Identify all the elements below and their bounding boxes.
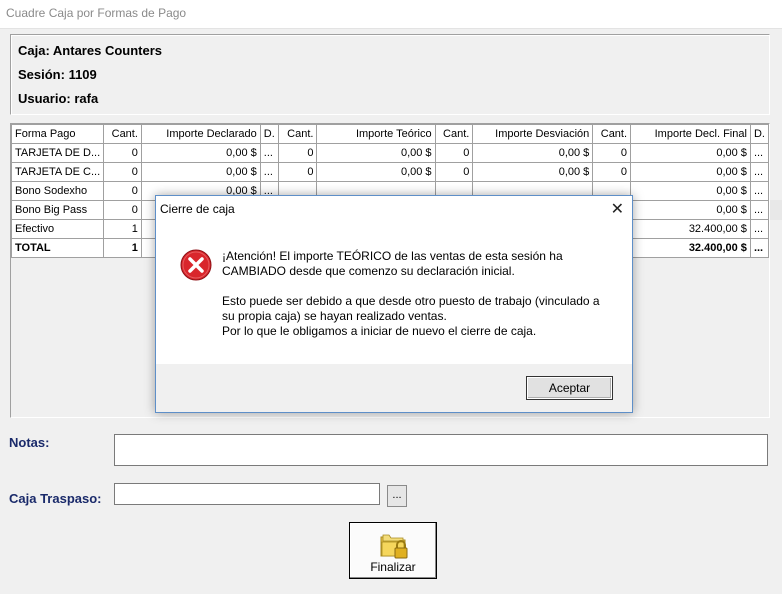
- dialog-footer: Aceptar: [156, 364, 632, 412]
- caja-traspaso-label: Caja Traspaso:: [9, 491, 102, 506]
- cell-cant: 0: [434, 143, 474, 163]
- cell-importe: 0,00 $: [316, 162, 436, 182]
- col-cant-declarado[interactable]: Cant.: [103, 124, 142, 144]
- col-cant-desviacion[interactable]: Cant.: [434, 124, 474, 144]
- cell-cant[interactable]: 1: [103, 219, 142, 239]
- cell-cant: 0: [277, 162, 318, 182]
- notas-label: Notas:: [9, 435, 50, 450]
- total-cant: 1: [103, 238, 142, 258]
- sesion-label: Sesión: 1109: [18, 67, 97, 82]
- col-importe-desviacion[interactable]: Importe Desviación: [472, 124, 594, 144]
- title-bar: Cuadre Caja por Formas de Pago: [0, 0, 782, 28]
- col-d[interactable]: D.: [259, 124, 279, 144]
- cell-cant[interactable]: 0: [103, 200, 142, 220]
- cell-importe: 32.400,00 $: [630, 219, 751, 239]
- table-row[interactable]: TARJETA DE D... 0 0,00 $ ... 0 0,00 $ 0 …: [10, 143, 770, 163]
- cell-d-button[interactable]: ...: [749, 181, 770, 201]
- col-cant-teorico[interactable]: Cant.: [277, 124, 318, 144]
- cell-cant[interactable]: 0: [103, 181, 142, 201]
- cell-cant: 0: [592, 143, 632, 163]
- col-d-final[interactable]: D.: [749, 124, 770, 144]
- cell-importe[interactable]: 0,00 $: [140, 162, 261, 182]
- cell-cant: 0: [434, 162, 474, 182]
- cell-forma-pago[interactable]: TARJETA DE D...: [10, 143, 105, 163]
- cell-importe: 0,00 $: [316, 143, 436, 163]
- cell-cant: 0: [592, 162, 632, 182]
- cell-d-button[interactable]: ...: [749, 200, 770, 220]
- close-icon[interactable]: ✕: [611, 199, 624, 219]
- cell-importe: 0,00 $: [472, 143, 594, 163]
- window-title: Cuadre Caja por Formas de Pago: [6, 6, 187, 20]
- cell-d-button[interactable]: ...: [259, 162, 279, 182]
- browse-button[interactable]: ...: [387, 485, 407, 507]
- table-row[interactable]: TARJETA DE C... 0 0,00 $ ... 0 0,00 $ 0 …: [10, 162, 770, 182]
- grid-edge: [770, 200, 782, 220]
- dialog-paragraph: ¡Atención! El importe TEÓRICO de las ven…: [222, 249, 563, 278]
- cell-importe[interactable]: 0,00 $: [140, 143, 261, 163]
- cell-importe: 0,00 $: [630, 162, 751, 182]
- total-label: TOTAL: [10, 238, 105, 258]
- cell-d-button[interactable]: ...: [749, 219, 770, 239]
- cell-forma-pago[interactable]: Bono Sodexho: [10, 181, 105, 201]
- notas-field[interactable]: [114, 434, 768, 466]
- cell-d-button[interactable]: ...: [749, 143, 770, 163]
- cell-forma-pago[interactable]: TARJETA DE C...: [10, 162, 105, 182]
- cell-importe: 0,00 $: [630, 143, 751, 163]
- session-info-panel: Caja: Antares Counters Sesión: 1109 Usua…: [10, 34, 770, 115]
- usuario-label: Usuario: rafa: [18, 91, 99, 106]
- dialog-title: Cierre de caja: [160, 202, 235, 216]
- cell-cant[interactable]: 0: [103, 162, 142, 182]
- error-icon: [180, 249, 212, 281]
- cell-importe: 0,00 $: [472, 162, 594, 182]
- cell-d-button[interactable]: ...: [749, 162, 770, 182]
- folder-lock-icon: [380, 534, 408, 559]
- total-importe-final: 32.400,00 $: [630, 238, 751, 258]
- cell-importe: 0,00 $: [630, 181, 751, 201]
- col-cant-final[interactable]: Cant.: [592, 124, 632, 144]
- col-importe-final[interactable]: Importe Decl. Final: [630, 124, 751, 144]
- cell-d-button[interactable]: ...: [259, 143, 279, 163]
- caja-label: Caja: Antares Counters: [18, 43, 162, 58]
- caja-traspaso-field[interactable]: [114, 483, 380, 505]
- dialog-paragraph: Esto puede ser debido a que desde otro p…: [222, 294, 600, 338]
- dialog-body: ¡Atención! El importe TEÓRICO de las ven…: [156, 224, 632, 364]
- finalizar-button[interactable]: Finalizar: [349, 522, 437, 579]
- col-importe-teorico[interactable]: Importe Teórico: [316, 124, 436, 144]
- aceptar-button[interactable]: Aceptar: [526, 376, 613, 400]
- total-d-button[interactable]: ...: [749, 238, 770, 258]
- cell-cant[interactable]: 0: [103, 143, 142, 163]
- col-forma-pago[interactable]: Forma Pago: [10, 124, 105, 144]
- cierre-caja-dialog: Cierre de caja ✕ ¡Atención! El importe T…: [155, 195, 633, 413]
- finalizar-label: Finalizar: [370, 560, 416, 574]
- cell-importe: 0,00 $: [630, 200, 751, 220]
- cell-cant: 0: [277, 143, 318, 163]
- dialog-message: ¡Atención! El importe TEÓRICO de las ven…: [222, 249, 617, 354]
- cell-forma-pago[interactable]: Efectivo: [10, 219, 105, 239]
- col-importe-declarado[interactable]: Importe Declarado: [140, 124, 261, 144]
- cell-forma-pago[interactable]: Bono Big Pass: [10, 200, 105, 220]
